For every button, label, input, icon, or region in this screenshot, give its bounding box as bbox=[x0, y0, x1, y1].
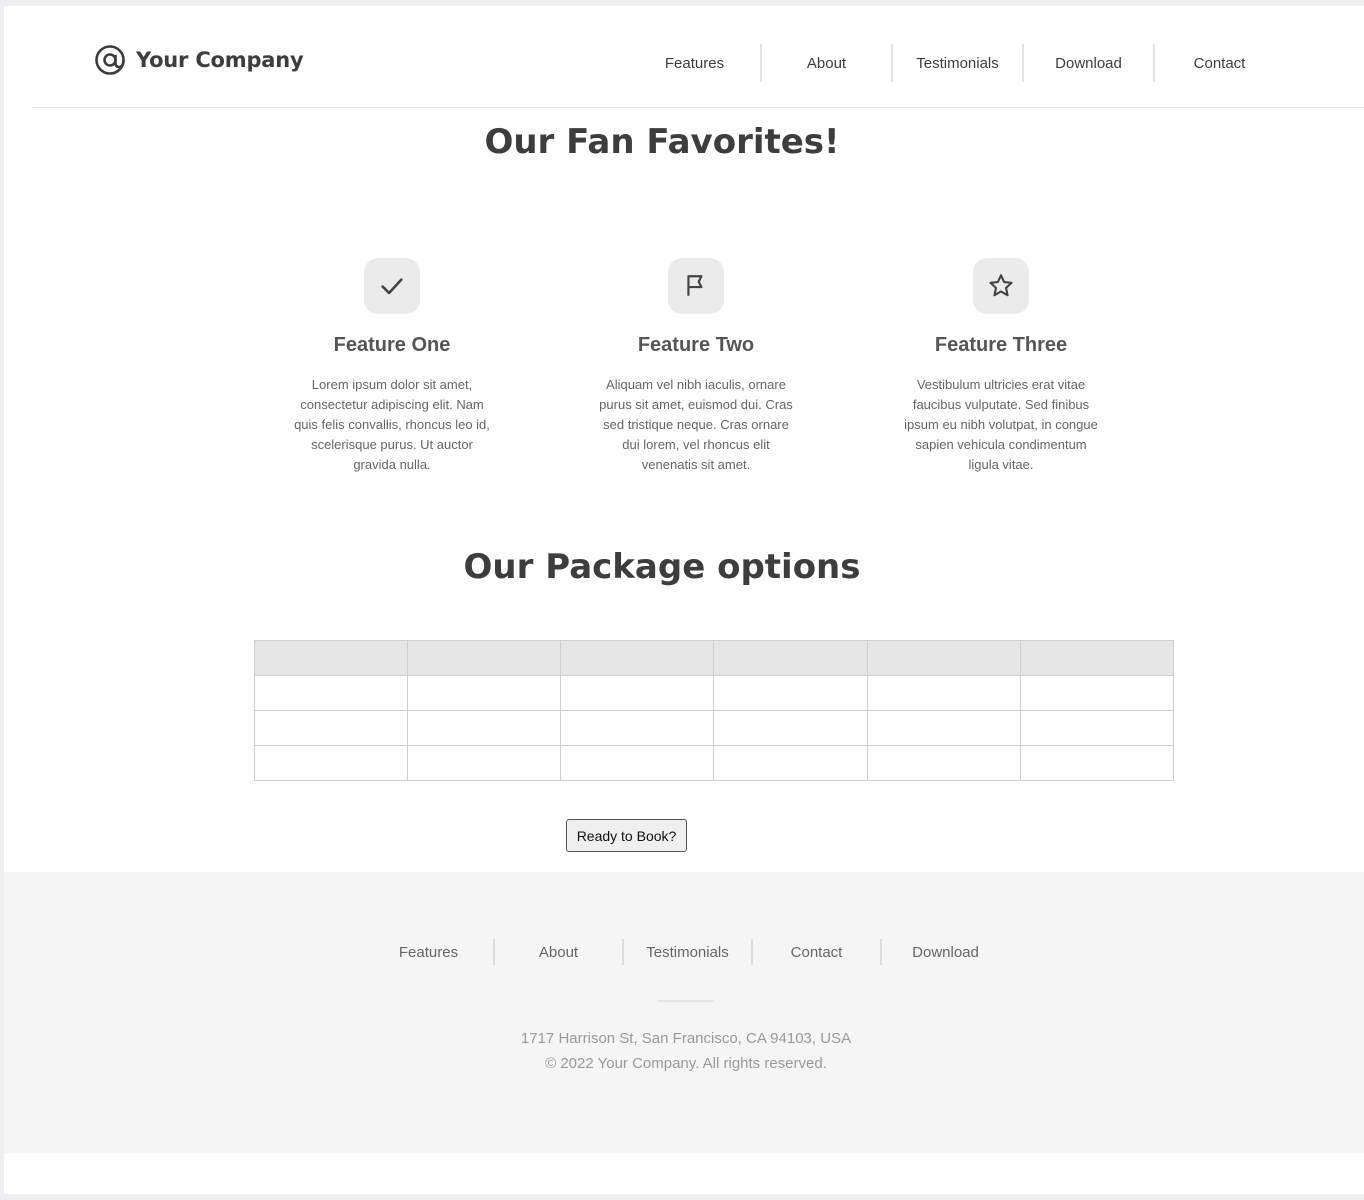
footer-nav-contact[interactable]: Contact bbox=[751, 939, 880, 965]
nav-features[interactable]: Features bbox=[629, 44, 760, 82]
table-header-cell bbox=[407, 640, 562, 676]
feature-title: Feature Three bbox=[934, 334, 1068, 356]
check-icon bbox=[364, 258, 420, 314]
footer-nav-features[interactable]: Features bbox=[364, 939, 493, 965]
feature-card: Feature One Lorem ipsum dolor sit amet, … bbox=[282, 258, 502, 475]
table-cell bbox=[560, 675, 715, 711]
feature-title: Feature Two bbox=[637, 334, 755, 356]
feature-description: Vestibulum ultricies erat vitae faucibus… bbox=[904, 377, 1098, 472]
nav-download[interactable]: Download bbox=[1022, 44, 1153, 82]
table-cell bbox=[560, 710, 715, 746]
company-name: Your Company bbox=[136, 48, 304, 72]
footer-nav-download[interactable]: Download bbox=[880, 939, 1009, 965]
table-header-cell bbox=[253, 640, 409, 676]
table-header-cell bbox=[1019, 640, 1175, 676]
star-icon bbox=[973, 258, 1029, 314]
footer-copyright: © 2022 Your Company. All rights reserved… bbox=[545, 1055, 827, 1072]
table-cell bbox=[407, 745, 562, 781]
feature-title: Feature One bbox=[333, 334, 451, 356]
table-header-cell bbox=[713, 640, 868, 676]
footer-address: 1717 Harrison St, San Francisco, CA 9410… bbox=[520, 1030, 852, 1047]
table-cell bbox=[407, 675, 562, 711]
logo[interactable]: Your Company bbox=[94, 44, 304, 76]
feature-description: Aliquam vel nibh iaculis, ornare purus s… bbox=[599, 377, 793, 472]
table-cell bbox=[1019, 710, 1175, 746]
table-cell bbox=[253, 675, 409, 711]
table-header-row bbox=[253, 640, 1175, 676]
nav-about[interactable]: About bbox=[760, 44, 891, 82]
nav-contact[interactable]: Contact bbox=[1153, 44, 1284, 82]
table-cell bbox=[713, 675, 868, 711]
feature-description: Lorem ipsum dolor sit amet, consectetur … bbox=[294, 377, 490, 472]
footer-nav-about[interactable]: About bbox=[493, 939, 622, 965]
footer-nav: Features About Testimonials Contact Down… bbox=[364, 939, 1009, 965]
feature-card: Feature Three Vestibulum ultricies erat … bbox=[891, 258, 1111, 475]
footer-nav-testimonials[interactable]: Testimonials bbox=[622, 939, 751, 965]
nav-testimonials[interactable]: Testimonials bbox=[891, 44, 1022, 82]
table-row bbox=[253, 745, 1175, 781]
table-cell bbox=[866, 745, 1021, 781]
favorites-title: Our Fan Favorites! bbox=[484, 122, 840, 162]
site-header: Your Company Features About Testimonials… bbox=[32, 6, 1364, 108]
flag-icon bbox=[668, 258, 724, 314]
package-table bbox=[253, 640, 1175, 781]
page: Your Company Features About Testimonials… bbox=[4, 6, 1364, 1194]
table-row bbox=[253, 675, 1175, 711]
footer-divider bbox=[658, 1000, 714, 1002]
table-cell bbox=[866, 675, 1021, 711]
table-cell bbox=[1019, 745, 1175, 781]
table-cell bbox=[713, 745, 868, 781]
table-cell bbox=[407, 710, 562, 746]
table-cell bbox=[253, 745, 409, 781]
table-cell bbox=[253, 710, 409, 746]
ready-to-book-button[interactable]: Ready to Book? bbox=[566, 819, 687, 852]
table-header-cell bbox=[866, 640, 1021, 676]
table-row bbox=[253, 710, 1175, 746]
main-nav: Features About Testimonials Download Con… bbox=[629, 44, 1284, 82]
at-sign-icon bbox=[95, 45, 125, 75]
table-header-cell bbox=[560, 640, 715, 676]
table-cell bbox=[560, 745, 715, 781]
feature-card: Feature Two Aliquam vel nibh iaculis, or… bbox=[586, 258, 806, 475]
table-cell bbox=[713, 710, 868, 746]
site-footer: Features About Testimonials Contact Down… bbox=[4, 872, 1364, 1153]
table-cell bbox=[866, 710, 1021, 746]
table-cell bbox=[1019, 675, 1175, 711]
packages-title: Our Package options bbox=[463, 547, 861, 587]
